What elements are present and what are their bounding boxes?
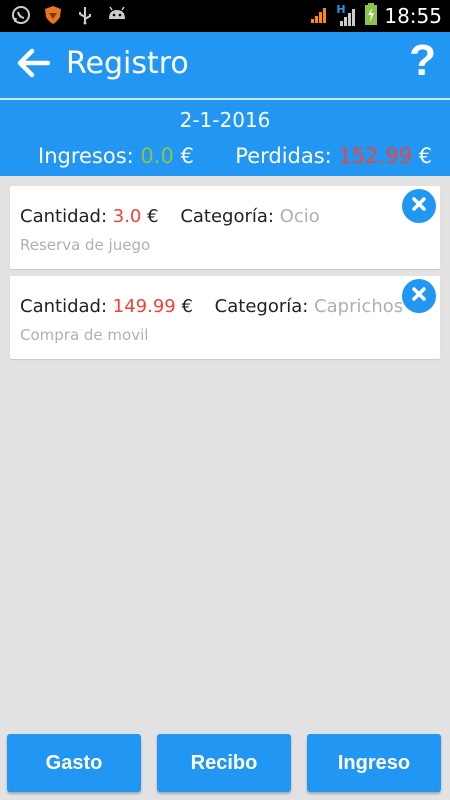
app-bar: Registro ? xyxy=(0,32,450,98)
category-value: Caprichos xyxy=(314,296,404,317)
hspa-signal-icon: H xyxy=(336,3,358,27)
arrow-left-icon xyxy=(16,48,51,82)
list-item[interactable]: Cantidad: 149.99 € Categoría: Caprichos … xyxy=(10,276,440,359)
status-time: 18:55 xyxy=(384,4,442,28)
signal-icon xyxy=(310,4,330,28)
amount-currency: € xyxy=(181,296,193,317)
amount-label: Cantidad: xyxy=(20,296,108,317)
entry-description: Compra de movil xyxy=(20,326,149,344)
category-label: Categoría: xyxy=(180,206,274,227)
whatsapp-icon xyxy=(10,4,32,26)
ingreso-button[interactable]: Ingreso xyxy=(307,734,441,792)
category-label: Categoría: xyxy=(214,296,309,317)
android-icon xyxy=(106,4,128,26)
recibo-button[interactable]: Recibo xyxy=(157,734,291,792)
category-value: Ocio xyxy=(279,206,320,227)
date-label: 2-1-2016 xyxy=(179,108,271,132)
system-icons: H 18:55 xyxy=(310,3,442,29)
network-type-label: H xyxy=(336,3,346,16)
back-button[interactable] xyxy=(10,42,56,88)
status-bar: H 18:55 xyxy=(0,0,450,32)
close-icon xyxy=(411,286,427,306)
amount-value: 149.99 xyxy=(112,296,176,317)
amount-currency: € xyxy=(147,206,159,227)
loss-value: 152.99 xyxy=(338,144,412,168)
delete-button[interactable] xyxy=(402,279,436,313)
income-value: 0.0 xyxy=(140,144,174,168)
page-title: Registro xyxy=(66,46,189,81)
loss-label: Perdidas: xyxy=(235,144,332,168)
amount-value: 3.0 xyxy=(112,206,142,227)
close-icon xyxy=(411,196,427,216)
income-currency: € xyxy=(180,144,194,168)
battery-charging-icon xyxy=(364,3,378,29)
income-label: Ingresos: xyxy=(38,144,134,168)
loss-currency: € xyxy=(418,144,432,168)
entry-details: Cantidad: 3.0 € Categoría: Ocio xyxy=(20,206,320,227)
entry-description: Reserva de juego xyxy=(20,236,151,254)
entry-details: Cantidad: 149.99 € Categoría: Caprichos xyxy=(20,296,403,317)
shield-app-icon xyxy=(42,4,64,26)
help-button[interactable]: ? xyxy=(409,36,436,86)
gasto-button[interactable]: Gasto xyxy=(7,734,141,792)
delete-button[interactable] xyxy=(402,189,436,223)
loss-summary: Perdidas: 152.99 € xyxy=(235,144,432,168)
list-item[interactable]: Cantidad: 3.0 € Categoría: Ocio Reserva … xyxy=(10,186,440,269)
usb-icon xyxy=(74,4,96,26)
summary-panel: 2-1-2016 Ingresos: 0.0 € Perdidas: 152.9… xyxy=(0,100,450,176)
amount-label: Cantidad: xyxy=(20,206,108,227)
income-summary: Ingresos: 0.0 € xyxy=(38,144,194,168)
notification-icons xyxy=(10,4,128,26)
